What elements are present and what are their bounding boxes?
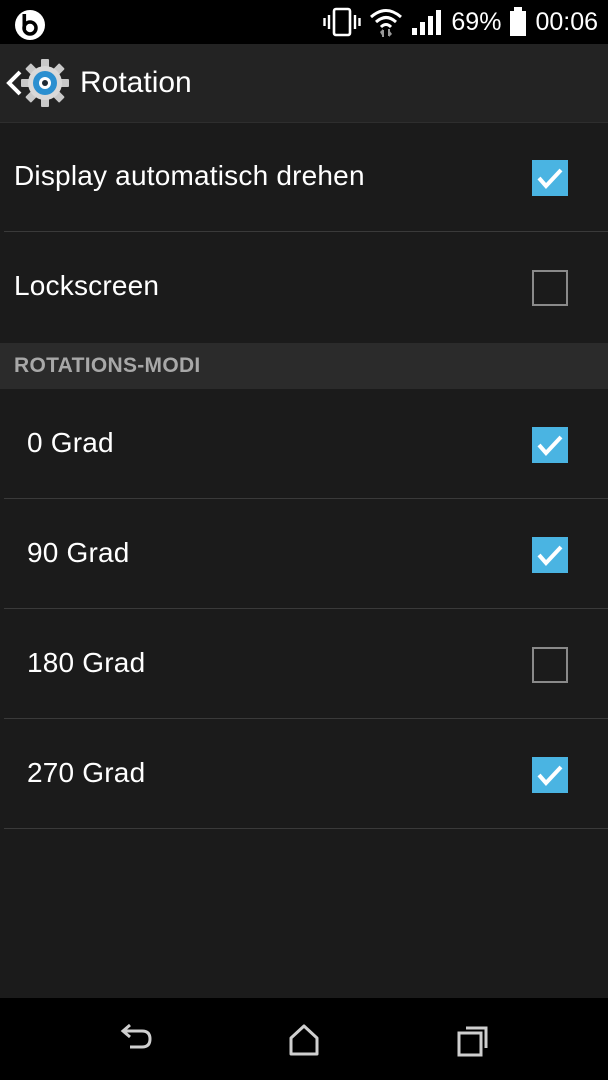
divider [4, 718, 608, 719]
page-title: Rotation [80, 66, 192, 99]
mode-row-270[interactable]: 270 Grad [0, 720, 608, 829]
checkmark-icon [537, 435, 563, 456]
navigation-bar [0, 998, 608, 1080]
beats-icon [15, 10, 45, 40]
status-icons: 69% 00:06 [315, 0, 598, 44]
divider [4, 828, 608, 829]
auto-rotate-checkbox[interactable] [532, 160, 568, 196]
wifi-icon [370, 9, 403, 37]
action-bar: Rotation [0, 44, 608, 123]
home-icon[interactable] [284, 1020, 324, 1060]
screen: 69% 00:06 Rotation Display automatisch d… [0, 0, 608, 1080]
mode-270-checkbox[interactable] [532, 757, 568, 793]
mode-row-0[interactable]: 0 Grad [0, 390, 608, 499]
mode-0-checkbox[interactable] [532, 427, 568, 463]
back-icon[interactable] [116, 1020, 156, 1060]
battery-icon [510, 7, 527, 36]
setting-label: Lockscreen [14, 270, 160, 301]
mode-label: 270 Grad [27, 757, 146, 788]
gear-icon[interactable] [19, 57, 71, 109]
mode-row-180[interactable]: 180 Grad [0, 610, 608, 719]
checkmark-icon [537, 765, 563, 786]
mode-row-90[interactable]: 90 Grad [0, 500, 608, 609]
signal-icon [412, 10, 442, 35]
divider [4, 608, 608, 609]
setting-row-lockscreen[interactable]: Lockscreen [0, 233, 608, 342]
lockscreen-checkbox[interactable] [532, 270, 568, 306]
mode-180-checkbox[interactable] [532, 647, 568, 683]
mode-label: 180 Grad [27, 647, 146, 678]
divider [4, 231, 608, 232]
checkmark-icon [537, 168, 563, 189]
status-bar: 69% 00:06 [0, 0, 608, 44]
mode-90-checkbox[interactable] [532, 537, 568, 573]
vibrate-icon [323, 7, 362, 37]
battery-percent: 69% [451, 7, 502, 36]
setting-label: Display automatisch drehen [14, 160, 365, 191]
mode-label: 90 Grad [27, 537, 130, 568]
section-header: ROTATIONS-MODI [0, 343, 608, 389]
mode-label: 0 Grad [27, 427, 114, 458]
checkmark-icon [537, 545, 563, 566]
setting-row-auto-rotate[interactable]: Display automatisch drehen [0, 123, 608, 232]
section-title: ROTATIONS-MODI [14, 354, 201, 377]
recents-icon[interactable] [454, 1020, 494, 1060]
clock: 00:06 [535, 7, 598, 36]
divider [4, 498, 608, 499]
